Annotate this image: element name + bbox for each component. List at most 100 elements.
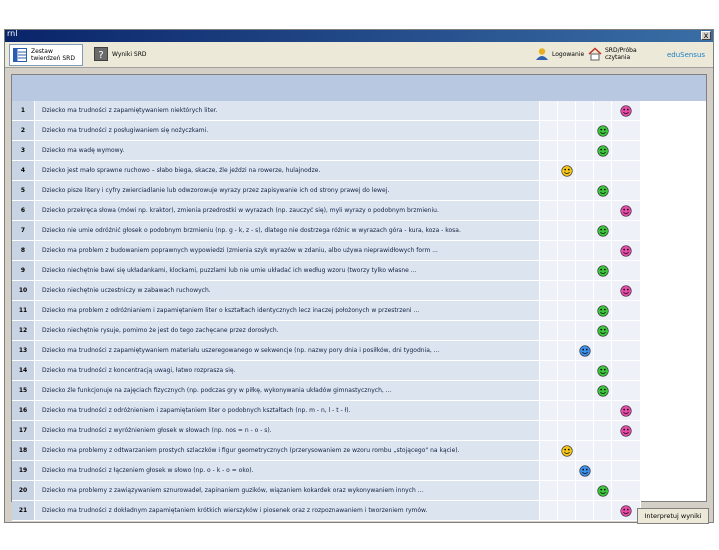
table-row[interactable]: 11 Dziecko ma problem z odróżnianiem i za… xyxy=(12,301,706,321)
rating-cell[interactable] xyxy=(540,121,558,140)
table-row[interactable]: 21 Dziecko ma trudności z dokładnym zapam… xyxy=(12,501,706,521)
rating-cell[interactable] xyxy=(576,121,594,140)
rating-cell[interactable] xyxy=(576,241,594,260)
rating-cell[interactable] xyxy=(594,281,612,300)
rating-cell[interactable] xyxy=(612,301,641,320)
rating-cell[interactable] xyxy=(576,381,594,400)
rating-cell[interactable] xyxy=(612,221,641,240)
rating-cell[interactable] xyxy=(540,401,558,420)
table-row[interactable]: 6 Dziecko przekręca słowa (mówi np. krakt… xyxy=(12,201,706,221)
rating-cell[interactable] xyxy=(576,401,594,420)
rating-cell[interactable] xyxy=(594,101,612,120)
rating-cell[interactable] xyxy=(594,401,612,420)
rating-cell[interactable] xyxy=(558,241,576,260)
rating-cell[interactable] xyxy=(612,281,641,300)
table-row[interactable]: 17 Dziecko ma trudności z wyróżnieniem gł… xyxy=(12,421,706,441)
rating-cell[interactable] xyxy=(558,461,576,480)
rating-cell[interactable] xyxy=(540,421,558,440)
rating-cell[interactable] xyxy=(612,181,641,200)
rating-cell[interactable] xyxy=(540,221,558,240)
rating-cell[interactable] xyxy=(540,181,558,200)
rating-cell[interactable] xyxy=(612,401,641,420)
rating-cell[interactable] xyxy=(594,241,612,260)
rating-cell[interactable] xyxy=(576,201,594,220)
rating-cell[interactable] xyxy=(558,481,576,500)
rating-cell[interactable] xyxy=(540,201,558,220)
rating-cell[interactable] xyxy=(576,301,594,320)
rating-cell[interactable] xyxy=(558,501,576,520)
rating-cell[interactable] xyxy=(612,241,641,260)
rating-cell[interactable] xyxy=(576,461,594,480)
rating-cell[interactable] xyxy=(576,221,594,240)
rating-cell[interactable] xyxy=(540,461,558,480)
rating-cell[interactable] xyxy=(612,341,641,360)
rating-cell[interactable] xyxy=(540,441,558,460)
table-row[interactable]: 9 Dziecko niechętnie bawi się układankami… xyxy=(12,261,706,281)
rating-cell[interactable] xyxy=(612,381,641,400)
table-row[interactable]: 10 Dziecko niechętnie uczestniczy w zabaw… xyxy=(12,281,706,301)
table-row[interactable]: 5 Dziecko pisze litery i cyfry zwierciadl… xyxy=(12,181,706,201)
rating-cell[interactable] xyxy=(612,441,641,460)
table-row[interactable]: 3 Dziecko ma wadę wymowy. xyxy=(12,141,706,161)
close-button[interactable]: x xyxy=(701,31,711,40)
table-row[interactable]: 12 Dziecko niechętnie rysuje, pomimo że j… xyxy=(12,321,706,341)
table-row[interactable]: 15 Dziecko źle funkcjonuje na zajęciach f… xyxy=(12,381,706,401)
rating-cell[interactable] xyxy=(558,441,576,460)
login-button[interactable]: Logowanie xyxy=(535,44,585,64)
rating-cell[interactable] xyxy=(594,481,612,500)
rating-cell[interactable] xyxy=(612,321,641,340)
rating-cell[interactable] xyxy=(576,181,594,200)
home-button[interactable]: SRD/Próba czytania xyxy=(588,44,640,64)
table-row[interactable]: 18 Dziecko ma problemy z odtwarzaniem pro… xyxy=(12,441,706,461)
rating-cell[interactable] xyxy=(594,261,612,280)
rating-cell[interactable] xyxy=(540,381,558,400)
rating-cell[interactable] xyxy=(576,441,594,460)
table-row[interactable]: 7 Dziecko nie umie odróżnić głosek o podo… xyxy=(12,221,706,241)
rating-cell[interactable] xyxy=(558,401,576,420)
rating-cell[interactable] xyxy=(612,481,641,500)
rating-cell[interactable] xyxy=(612,261,641,280)
rating-cell[interactable] xyxy=(576,341,594,360)
rating-cell[interactable] xyxy=(612,121,641,140)
rating-cell[interactable] xyxy=(576,101,594,120)
table-row[interactable]: 4 Dziecko jest mało sprawne ruchowo – sła… xyxy=(12,161,706,181)
rating-cell[interactable] xyxy=(540,241,558,260)
rating-cell[interactable] xyxy=(540,261,558,280)
rating-cell[interactable] xyxy=(594,441,612,460)
rating-cell[interactable] xyxy=(594,501,612,520)
rating-cell[interactable] xyxy=(594,141,612,160)
rating-cell[interactable] xyxy=(576,501,594,520)
rating-cell[interactable] xyxy=(540,141,558,160)
rating-cell[interactable] xyxy=(558,161,576,180)
rating-cell[interactable] xyxy=(540,161,558,180)
rating-cell[interactable] xyxy=(540,321,558,340)
rating-cell[interactable] xyxy=(558,261,576,280)
rating-cell[interactable] xyxy=(576,421,594,440)
rating-cell[interactable] xyxy=(558,381,576,400)
rating-cell[interactable] xyxy=(558,181,576,200)
rating-cell[interactable] xyxy=(612,421,641,440)
table-row[interactable]: 19 Dziecko ma trudności z łączeniem głose… xyxy=(12,461,706,481)
rating-cell[interactable] xyxy=(594,381,612,400)
interpret-results-button[interactable]: Interpretuj wyniki xyxy=(637,508,709,524)
rating-cell[interactable] xyxy=(558,121,576,140)
rating-cell[interactable] xyxy=(558,361,576,380)
rating-cell[interactable] xyxy=(612,201,641,220)
rating-cell[interactable] xyxy=(576,481,594,500)
rating-cell[interactable] xyxy=(576,281,594,300)
rating-cell[interactable] xyxy=(540,361,558,380)
rating-cell[interactable] xyxy=(594,341,612,360)
rating-cell[interactable] xyxy=(558,101,576,120)
rating-cell[interactable] xyxy=(594,221,612,240)
tab-statement-set[interactable]: Zestaw twierdzeń SRD xyxy=(9,44,83,66)
rating-cell[interactable] xyxy=(594,201,612,220)
rating-cell[interactable] xyxy=(612,141,641,160)
rating-cell[interactable] xyxy=(594,301,612,320)
rating-cell[interactable] xyxy=(558,321,576,340)
tab-srd-results[interactable]: ? Wyniki SRD xyxy=(91,44,157,64)
table-row[interactable]: 14 Dziecko ma trudności z koncentracją uw… xyxy=(12,361,706,381)
rating-cell[interactable] xyxy=(540,101,558,120)
rating-cell[interactable] xyxy=(558,141,576,160)
rating-cell[interactable] xyxy=(540,281,558,300)
rating-cell[interactable] xyxy=(540,301,558,320)
